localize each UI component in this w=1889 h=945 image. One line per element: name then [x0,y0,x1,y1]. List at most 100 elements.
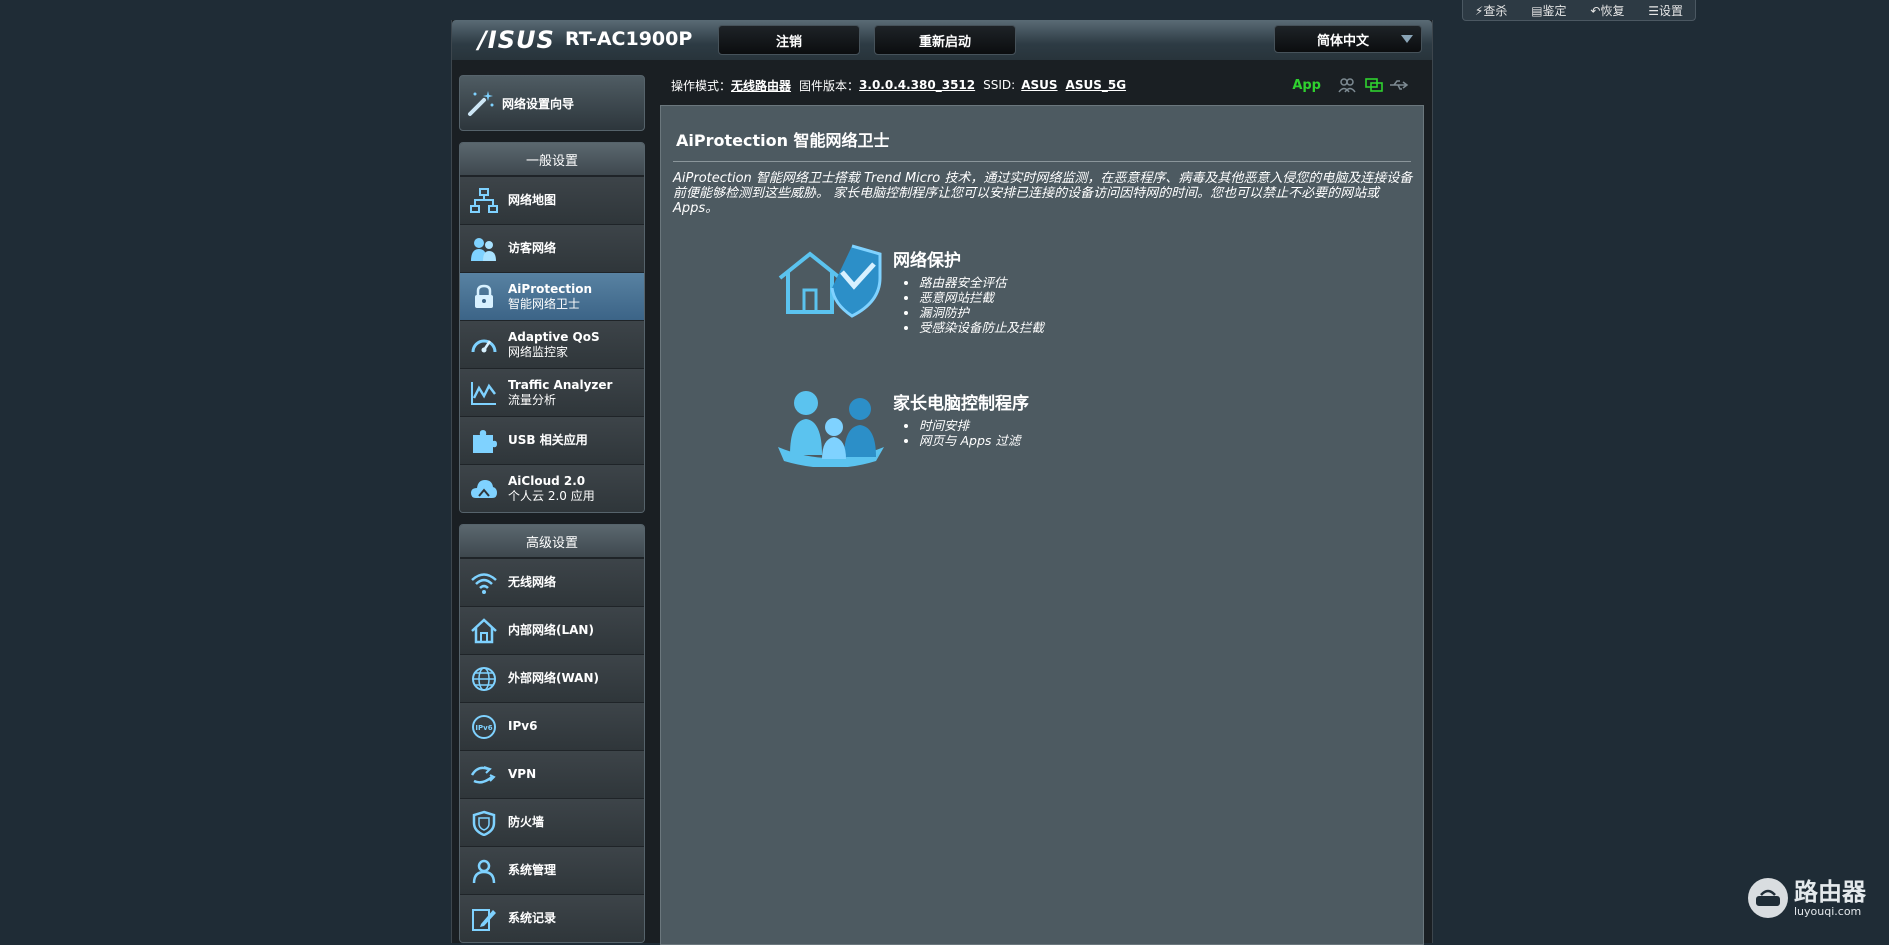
sidebar-item-label-primary: Traffic Analyzer [508,377,613,392]
sidebar-item-label: 系统记录 [508,911,556,926]
sidebar-item-label-primary: 无线网络 [508,575,557,589]
sidebar-item-label: VPN [508,767,536,782]
admin-user-icon [460,858,508,884]
mode-label: 操作模式： [671,78,732,93]
clients-icon[interactable] [1338,77,1356,96]
cloud-icon [460,476,508,502]
sidebar-item-label: 网络地图 [508,193,556,208]
model-name: RT-AC1900P [565,28,693,50]
logout-button[interactable]: 注销 [718,25,860,55]
parental-controls-section[interactable]: 家长电脑控制程序 时间安排 网页与 Apps 过滤 [778,389,1029,467]
asus-logo: /ISUS [478,26,555,54]
sidebar-item-system-log[interactable]: 系统记录 [460,894,644,942]
puzzle-icon [460,428,508,454]
app-link[interactable]: App [1292,78,1321,93]
site-watermark: 路由器 luyouqi.com [1748,878,1866,918]
sidebar-item-guest-network[interactable]: 访客网络 [460,224,644,272]
scan-button[interactable]: ⚡查杀 [1475,2,1507,19]
chevron-down-icon [1401,35,1413,43]
guest-users-icon [460,236,508,262]
status-infobar: 操作模式： 无线路由器 固件版本： 3.0.0.4.380_3512 SSID:… [671,70,1431,100]
sidebar-item-aiprotection[interactable]: AiProtection 智能网络卫士 [460,272,644,320]
browser-extension-toolbar: ⚡查杀 ▤鉴定 ↶恢复 ☰设置 [1462,0,1696,21]
sidebar-item-label-primary: 防火墙 [508,815,545,829]
sidebar-item-label-primary: 系统管理 [508,863,557,877]
feature1-item: 路由器安全评估 [919,275,1044,290]
language-select[interactable]: 简体中文 [1274,25,1422,53]
globe-icon [460,666,508,692]
sidebar-item-traffic-analyzer[interactable]: Traffic Analyzer 流量分析 [460,368,644,416]
network-map-icon [460,187,508,214]
ssid-5g-link[interactable]: ASUS_5G [1066,78,1127,92]
firmware-link[interactable]: 3.0.0.4.380_3512 [859,78,975,92]
watermark-cn: 路由器 [1794,877,1866,906]
sidebar-item-wireless[interactable]: 无线网络 [460,558,644,606]
sidebar-item-label: Adaptive QoS 网络监控家 [508,330,600,360]
family-icon [778,391,884,467]
sidebar-item-label-secondary: 网络监控家 [508,344,569,359]
sidebar-item-vpn[interactable]: VPN [460,750,644,798]
sidebar-item-label-secondary: 智能网络卫士 [508,296,581,311]
sidebar-item-label: AiCloud 2.0 个人云 2.0 应用 [508,474,595,504]
settings-button[interactable]: ☰设置 [1648,2,1683,19]
sidebar-item-label-primary: 网络地图 [508,193,557,207]
sidebar-item-firewall[interactable]: 防火墙 [460,798,644,846]
sidebar-item-label-secondary: 个人云 2.0 应用 [508,488,595,503]
router-admin-frame: /ISUS RT-AC1900P 注销 重新启动 简体中文 操作模式： 无线路由… [451,20,1433,945]
feature1-item: 漏洞防护 [919,305,1044,320]
sidebar-item-label: USB 相关应用 [508,433,588,448]
main-content-panel: AiProtection 智能网络卫士 AiProtection 智能网络卫士搭… [660,105,1424,945]
sidebar-item-label: 外部网络(WAN) [508,671,599,686]
mode-link[interactable]: 无线路由器 [731,77,791,94]
sidebar-item-label: AiProtection 智能网络卫士 [508,282,592,312]
language-label: 简体中文 [1317,33,1370,49]
sidebar-item-ipv6[interactable]: IPv6 IPv6 [460,702,644,750]
sidebar-item-label: IPv6 [508,719,537,734]
sidebar-item-label: 无线网络 [508,575,556,590]
network-protection-section[interactable]: 网络保护 路由器安全评估 恶意网站拦截 漏洞防护 受感染设备防止及拦截 [778,244,1044,335]
sidebar-item-label-secondary: 流量分析 [508,392,557,407]
sidebar-item-label-primary: AiProtection [508,281,592,296]
page-title: AiProtection 智能网络卫士 [676,131,890,150]
gauge-icon [460,332,508,358]
lock-icon [460,284,508,310]
feature2-item: 时间安排 [919,418,1029,433]
wizard-label: 网络设置向导 [502,96,575,111]
quick-setup-wizard[interactable]: 网络设置向导 [459,75,645,131]
firmware-label: 固件版本： [799,78,860,93]
sidebar-item-label: Traffic Analyzer 流量分析 [508,378,612,408]
sidebar-item-network-map[interactable]: 网络地图 [460,176,644,224]
reboot-button[interactable]: 重新启动 [874,25,1016,55]
svg-text:IPv6: IPv6 [475,724,492,732]
top-header: /ISUS RT-AC1900P 注销 重新启动 简体中文 [452,20,1432,60]
title-divider [673,161,1411,162]
internet-status-icon[interactable] [1365,77,1383,96]
general-settings-group: 一般设置 网络地图访客网络 AiProtection 智能网络卫士 Adaptive … [459,142,645,513]
advanced-settings-title: 高级设置 [460,525,644,558]
ssid-2g-link[interactable]: ASUS [1021,78,1057,92]
sidebar-item-label: 防火墙 [508,815,544,830]
sidebar-item-label-primary: AiCloud 2.0 [508,473,586,488]
sidebar-item-lan[interactable]: 内部网络(LAN) [460,606,644,654]
parental-controls-title: 家长电脑控制程序 [893,394,1029,414]
sidebar-item-label-primary: USB 相关应用 [508,433,588,447]
chart-icon [460,380,508,406]
sidebar-item-administration[interactable]: 系统管理 [460,846,644,894]
usb-icon[interactable] [1389,77,1409,96]
ipv6-icon: IPv6 [460,714,508,740]
wifi-icon [460,571,508,595]
shield-icon [460,810,508,836]
sidebar-item-label: 系统管理 [508,863,556,878]
router-logo-icon [1748,878,1788,918]
sidebar-item-label-primary: 外部网络(WAN) [508,671,599,685]
log-pen-icon [460,906,508,932]
sidebar-item-usb-apps[interactable]: USB 相关应用 [460,416,644,464]
general-settings-title: 一般设置 [460,143,644,176]
ssid-label: SSID: [983,78,1016,92]
feature1-item: 恶意网站拦截 [919,290,1044,305]
identify-button[interactable]: ▤鉴定 [1531,2,1566,19]
sidebar-item-adaptive-qos[interactable]: Adaptive QoS 网络监控家 [460,320,644,368]
sidebar-item-wan[interactable]: 外部网络(WAN) [460,654,644,702]
restore-button[interactable]: ↶恢复 [1590,2,1624,19]
sidebar-item-aicloud[interactable]: AiCloud 2.0 个人云 2.0 应用 [460,464,644,512]
